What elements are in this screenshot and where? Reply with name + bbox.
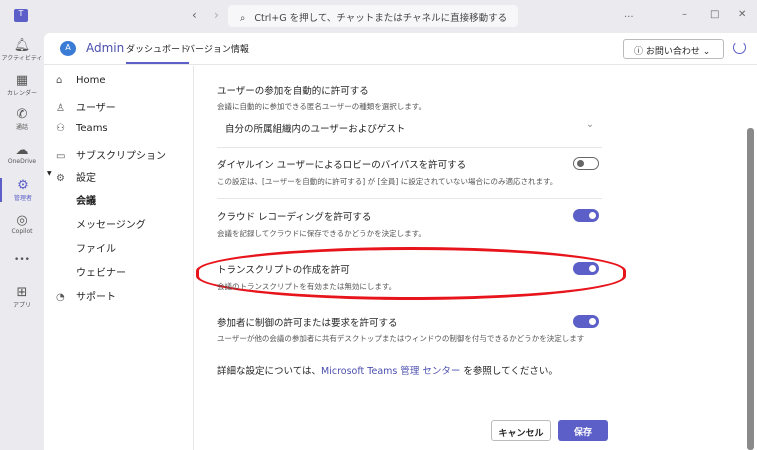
contact-button[interactable]: ⓘ お問い合わせ ⌄: [623, 39, 724, 59]
calendar-icon: ▦: [15, 73, 29, 88]
rail-apps[interactable]: ⊞ アプリ: [0, 285, 44, 309]
nav-settings[interactable]: ▼ ⚙ 設定: [47, 169, 96, 184]
refresh-icon[interactable]: [733, 41, 746, 54]
setting-title: トランスクリプトの作成を許可: [217, 265, 350, 276]
close-button[interactable]: ✕: [738, 9, 746, 20]
setting-desc: ユーザーが他の会議の参加者に共有デスクトップまたはウィンドウの制御を付与できるか…: [217, 334, 585, 343]
chevron-down-icon: ⌄: [702, 47, 711, 57]
app-rail: 🔔︎ アクティビティ ▦ カレンダー ✆ 通話 ☁ OneDrive ⚙ 管理者 ◎ Cop…: [0, 33, 44, 450]
plus-icon: ⊞: [16, 285, 28, 300]
rail-calls[interactable]: ✆ 通話: [0, 107, 44, 131]
tab-version[interactable]: バージョン情報: [186, 42, 249, 55]
search-input[interactable]: ⌕ Ctrl+G を押して、チャットまたはチャネルに直接移動する: [228, 5, 518, 27]
nav-subscriptions[interactable]: ▭ サブスクリプション: [56, 147, 166, 162]
teams-logo-icon: T: [14, 9, 28, 22]
forward-icon[interactable]: ›: [214, 8, 219, 22]
bell-icon: 🔔︎: [13, 38, 31, 53]
nav-meetings[interactable]: 会議: [76, 192, 96, 207]
give-control-toggle[interactable]: [573, 315, 599, 328]
rail-activity[interactable]: 🔔︎ アクティビティ: [0, 38, 44, 62]
footer-note: 詳細な設定については、Microsoft Teams 管理 センター を参照して…: [217, 366, 558, 377]
rail-more[interactable]: •••: [0, 255, 44, 265]
title-bar: T ‹ › ⌕ Ctrl+G を押して、チャットまたはチャネルに直接移動する .…: [0, 0, 757, 33]
teams-icon: ⚇: [56, 123, 65, 134]
back-icon[interactable]: ‹: [192, 8, 197, 22]
person-icon: ♙: [56, 103, 65, 114]
setting-title: ダイヤルイン ユーザーによるロビーのバイパスを許可する: [217, 160, 467, 171]
app-title: Admin: [86, 41, 125, 55]
minimize-button[interactable]: –: [682, 9, 687, 20]
chevron-down-icon: ⌄: [586, 119, 594, 130]
gear-icon: ⚙: [56, 173, 65, 184]
cancel-button[interactable]: キャンセル: [491, 420, 551, 441]
setting-title: クラウド レコーディングを許可する: [217, 212, 372, 223]
phone-icon: ✆: [16, 107, 28, 122]
cloud-icon: ☁: [15, 143, 29, 158]
nav-teams[interactable]: ⚇ Teams: [56, 123, 108, 134]
rail-onedrive[interactable]: ☁ OneDrive: [0, 143, 44, 165]
copilot-icon: ◎: [16, 213, 28, 228]
admin-nav: ⌂ Home ♙ ユーザー ⚇ Teams ▭ サブスクリプション ▼ ⚙ 設定 会議 メッ…: [44, 66, 194, 450]
search-icon: ⌕: [240, 13, 246, 24]
rail-calendar[interactable]: ▦ カレンダー: [0, 73, 44, 97]
divider: [217, 198, 602, 199]
nav-files[interactable]: ファイル: [76, 240, 116, 255]
rail-admin[interactable]: ⚙ 管理者: [0, 178, 44, 202]
scrollbar[interactable]: [747, 128, 754, 450]
setting-desc: 会議に自動的に参加できる匿名ユーザーの種類を選択します。: [217, 102, 426, 111]
home-icon: ⌂: [56, 75, 63, 86]
setting-desc: この設定は、[ユーザーを自動的に許可する] が [全員] に設定されていない場合…: [217, 177, 558, 186]
save-button[interactable]: 保存: [558, 420, 608, 441]
more-button[interactable]: ...: [624, 9, 634, 20]
app-header: A Admin ダッシュボード バージョン情報 ⓘ お問い合わせ ⌄: [44, 33, 757, 65]
setting-title: ユーザーの参加を自動的に許可する: [217, 86, 369, 97]
tab-dashboard[interactable]: ダッシュボード: [126, 42, 190, 64]
help-icon: ⓘ: [634, 47, 644, 57]
admin-center-link[interactable]: Microsoft Teams 管理 センター: [321, 366, 460, 377]
card-icon: ▭: [56, 151, 66, 162]
nav-users[interactable]: ♙ ユーザー: [56, 99, 116, 114]
nav-messaging[interactable]: メッセージング: [76, 216, 146, 231]
cloud-recording-toggle[interactable]: [573, 209, 599, 222]
setting-desc: 会議を記録してクラウドに保存できるかどうかを決定します。: [217, 229, 426, 238]
maximize-button[interactable]: □: [710, 9, 719, 20]
setting-desc: 会議のトランスクリプトを有効または無効にします。: [217, 282, 397, 291]
setting-title: 参加者に制御の許可または要求を許可する: [217, 318, 398, 329]
nav-support[interactable]: ◔ サポート: [56, 288, 116, 303]
divider: [217, 147, 602, 148]
transcription-toggle[interactable]: [573, 262, 599, 275]
admin-icon: ⚙: [17, 178, 29, 193]
admin-app-icon: A: [60, 41, 76, 56]
nav-webinars[interactable]: ウェビナー: [76, 264, 126, 279]
caret-down-icon: ▼: [47, 170, 52, 177]
nav-home[interactable]: ⌂ Home: [56, 75, 106, 86]
support-icon: ◔: [56, 292, 65, 303]
dialin-bypass-toggle[interactable]: [573, 157, 599, 170]
rail-copilot[interactable]: ◎ Copilot: [0, 213, 44, 235]
auto-admit-dropdown[interactable]: 自分の所属組織内のユーザーおよびゲスト ⌄: [217, 117, 602, 137]
